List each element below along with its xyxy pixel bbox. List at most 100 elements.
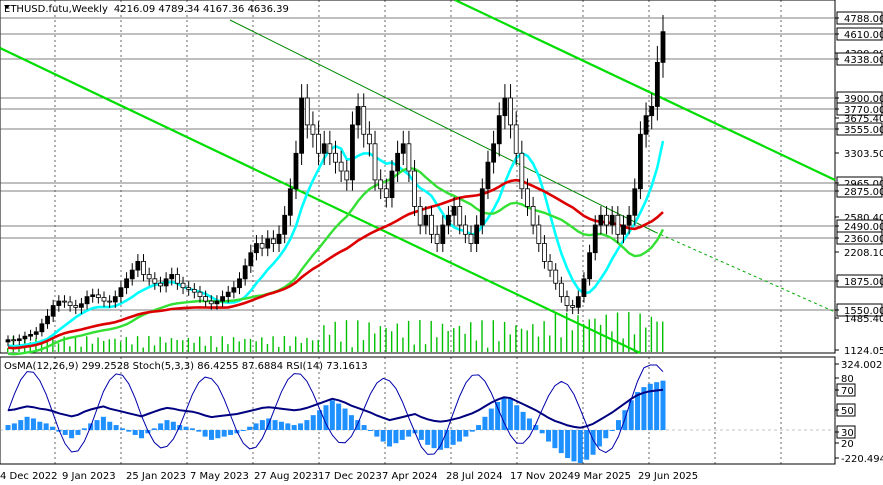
chart-symbol-label: ETHUSD.futu,Weekly 4216.09 4789.34 4167.3… xyxy=(4,4,289,15)
candle-body xyxy=(496,115,502,145)
osma-bar xyxy=(259,420,265,430)
candle-body xyxy=(45,315,50,325)
osma-bar xyxy=(577,430,583,463)
osma-bar xyxy=(329,400,335,430)
candle-body xyxy=(169,274,175,280)
volume-bar xyxy=(119,341,122,352)
volume-bar xyxy=(215,347,218,352)
osma-bar xyxy=(81,428,87,430)
candle-body xyxy=(299,97,305,154)
volume-bar xyxy=(289,345,291,352)
osma-bar xyxy=(514,405,520,430)
osma-bar xyxy=(603,430,609,439)
candle-body xyxy=(604,214,609,226)
osma-bar xyxy=(558,430,564,454)
candle-body xyxy=(248,252,254,267)
candle-body xyxy=(163,278,169,287)
indicator-panel[interactable] xyxy=(0,356,836,465)
osma-bar xyxy=(526,418,532,430)
candle-body xyxy=(33,331,39,335)
candle-body xyxy=(5,339,11,343)
volume-bar xyxy=(255,341,257,352)
candle-body xyxy=(587,252,592,280)
candle-body xyxy=(62,300,67,303)
volume-bar xyxy=(402,337,404,352)
osma-bar xyxy=(609,430,615,431)
volume-bar xyxy=(616,312,619,352)
candle-body xyxy=(462,224,468,235)
price-tick-label: 2490.00 xyxy=(844,222,883,233)
volume-bar xyxy=(91,343,94,352)
volume-bar xyxy=(57,343,60,352)
volume-bar xyxy=(266,344,269,352)
volume-bar xyxy=(430,320,432,352)
osma-bar xyxy=(361,425,367,430)
candle-body xyxy=(609,214,615,226)
osma-bar xyxy=(355,420,361,430)
osma-bar xyxy=(158,423,164,430)
osma-bar xyxy=(450,430,456,445)
volume-bar xyxy=(560,337,562,352)
osma-bar xyxy=(113,425,119,430)
candle-body xyxy=(423,214,429,226)
candle-body xyxy=(366,133,372,145)
candle-body xyxy=(491,143,497,163)
candle-body xyxy=(242,265,248,280)
osma-bar xyxy=(69,430,75,439)
volume-bar xyxy=(159,336,161,352)
candle-body xyxy=(203,296,209,302)
volume-bar xyxy=(374,333,376,352)
volume-bar xyxy=(114,338,116,352)
price-axis: 4788.004610.004390.004338.003900.003770.… xyxy=(835,11,883,357)
candle-body xyxy=(378,179,384,190)
candle-body xyxy=(254,243,259,254)
candle-body xyxy=(225,291,231,298)
price-tick-label: 1875.00 xyxy=(844,277,883,288)
candle-body xyxy=(485,161,491,190)
candle-body xyxy=(333,152,338,163)
price-tick-label: 2208.10 xyxy=(844,248,883,259)
osma-bar xyxy=(196,430,202,432)
osma-bar xyxy=(437,430,443,450)
osma-bar xyxy=(380,430,386,442)
volume-bar xyxy=(334,321,336,352)
candle-body xyxy=(158,282,163,287)
osma-bar xyxy=(215,430,221,439)
osma-bar xyxy=(272,420,278,430)
candle-body xyxy=(621,224,626,235)
volume-bar xyxy=(503,321,506,352)
osma-bar xyxy=(399,430,405,440)
volume-bar xyxy=(131,344,133,352)
volume-bar xyxy=(323,325,325,352)
osma-bar xyxy=(488,408,494,430)
candle-body xyxy=(400,143,406,154)
volume-bar xyxy=(221,336,223,352)
volume-bar xyxy=(357,320,359,352)
osma-bar xyxy=(278,421,284,430)
osma-bar xyxy=(463,430,469,437)
indicator-tick-label: -220.4941 xyxy=(841,454,883,465)
volume-bar xyxy=(278,347,280,352)
candle-body xyxy=(56,300,62,306)
osma-bar xyxy=(615,420,621,430)
osma-bar xyxy=(342,408,348,430)
osma-bar xyxy=(151,428,157,430)
osma-bar xyxy=(539,430,545,434)
indicator-title: OsMA(12,26,9) 299.2528 Stoch(5,3,3) 86.4… xyxy=(4,361,368,372)
candle-body xyxy=(220,296,225,302)
time-tick-label: 9 Jan 2023 xyxy=(62,471,116,482)
osma-bar xyxy=(304,420,310,430)
candle-body xyxy=(276,233,282,244)
indicator-tick-label: 30 xyxy=(841,428,854,439)
osma-bar xyxy=(75,430,81,435)
volume-bar xyxy=(69,346,71,352)
osma-bar xyxy=(367,430,373,431)
osma-bar xyxy=(298,423,304,430)
osma-bar xyxy=(94,420,100,430)
volume-bar xyxy=(182,340,184,352)
osma-bar xyxy=(482,416,488,430)
candle-body xyxy=(429,214,434,235)
osma-bar xyxy=(336,403,342,430)
candle-body xyxy=(316,133,321,154)
time-tick-label: 28 Jul 2024 xyxy=(446,471,503,482)
